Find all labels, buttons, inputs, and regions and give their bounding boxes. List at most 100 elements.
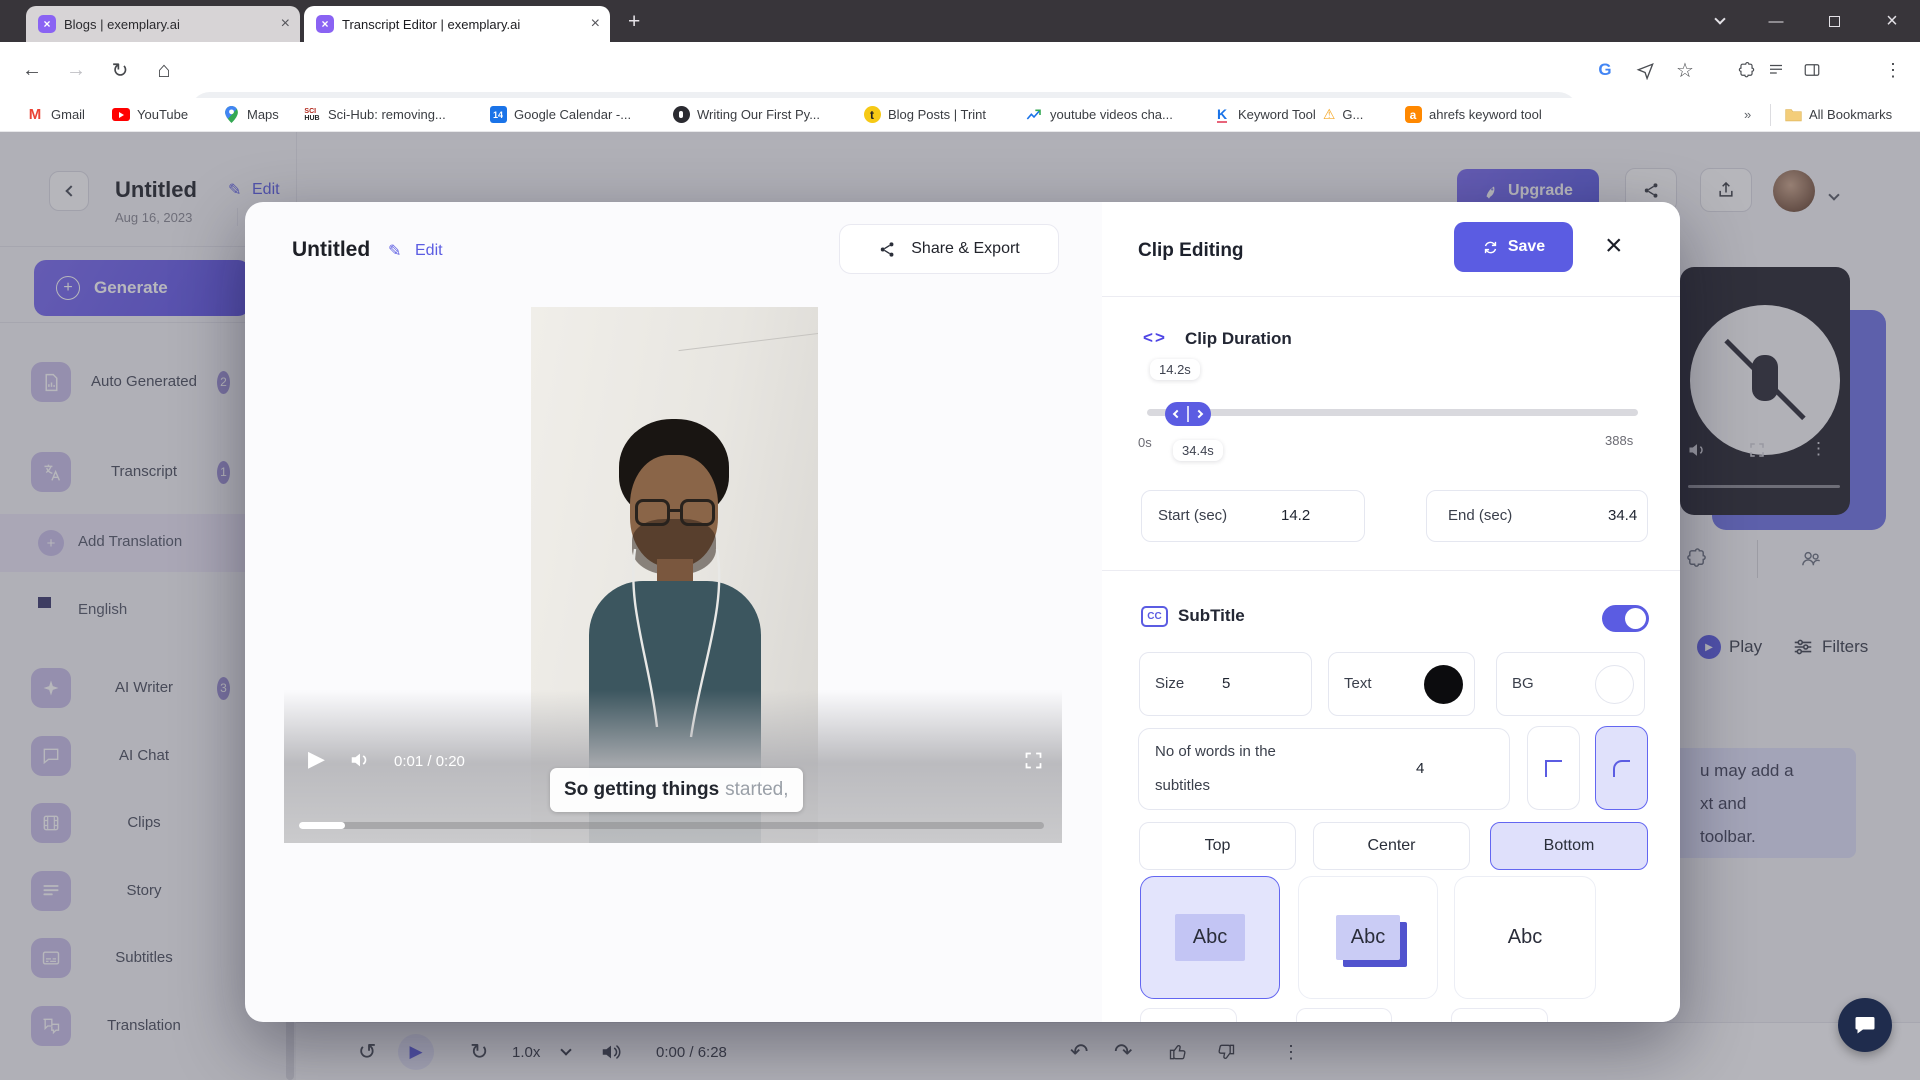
start-sec-field[interactable]: Start (sec) 14.2	[1141, 490, 1365, 542]
position-bottom-button[interactable]: Bottom	[1490, 822, 1648, 870]
subtitle-text-color-field[interactable]: Text	[1328, 652, 1475, 716]
bookmark-youtube[interactable]: YouTube	[112, 98, 188, 131]
corner-sharp-button[interactable]	[1527, 726, 1580, 810]
divider	[1102, 570, 1680, 571]
subtitle-style-more[interactable]	[1296, 1008, 1392, 1022]
bookmark-maps[interactable]: Maps	[222, 98, 279, 131]
extensions-puzzle-icon[interactable]	[1732, 42, 1760, 98]
side-panel-icon[interactable]	[1798, 42, 1826, 98]
divider	[1102, 296, 1680, 297]
slider-handle-label: 34.4s	[1173, 440, 1223, 461]
start-sec-value: 14.2	[1281, 507, 1310, 524]
slider-max-label: 388s	[1605, 433, 1633, 448]
clip-title: Untitled	[292, 238, 370, 262]
corner-rounded-button[interactable]	[1595, 726, 1648, 810]
tab-transcript-editor[interactable]: × Transcript Editor | exemplary.ai ×	[304, 6, 610, 42]
tab-close-icon[interactable]: ×	[281, 16, 290, 32]
exemplary-favicon-icon: ×	[38, 15, 56, 33]
subtitle-heading: SubTitle	[1178, 606, 1245, 626]
divider	[1770, 104, 1771, 126]
subtitle-toggle[interactable]	[1602, 605, 1649, 632]
folder-icon	[1784, 106, 1802, 124]
panel-title: Clip Editing	[1138, 240, 1244, 262]
duration-slider-track[interactable]	[1147, 409, 1638, 416]
chart-arrow-icon	[1025, 106, 1043, 124]
words-per-subtitle-field[interactable]: No of words in the subtitles 4	[1138, 728, 1510, 810]
bookmark-ahrefs[interactable]: a ahrefs keyword tool	[1404, 98, 1542, 131]
duration-current-bubble: 14.2s	[1150, 359, 1200, 380]
bookmark-writing[interactable]: Writing Our First Py...	[672, 98, 820, 131]
clip-edit-link[interactable]: Edit	[415, 242, 443, 260]
clip-duration-heading: Clip Duration	[1185, 329, 1292, 349]
position-top-button[interactable]: Top	[1139, 822, 1296, 870]
subtitle-style-more[interactable]	[1451, 1008, 1548, 1022]
browser-window: × Blogs | exemplary.ai × × Transcript Ed…	[0, 0, 1920, 1080]
reading-list-icon[interactable]	[1762, 42, 1790, 98]
modal-close-icon[interactable]: ×	[1605, 229, 1623, 263]
maps-pin-icon	[222, 106, 240, 124]
home-button[interactable]: ⌂	[148, 42, 180, 98]
duration-slider-handles[interactable]	[1165, 402, 1211, 426]
bookmark-trint[interactable]: t Blog Posts | Trint	[863, 98, 986, 131]
forward-button[interactable]: →	[60, 42, 92, 98]
video-play-icon[interactable]: ▶	[308, 746, 325, 772]
browser-toolbar: ← → ↻ ⌂ exemplary.ai/app/transcript/edit…	[0, 42, 1920, 98]
tab-title: Blogs | exemplary.ai	[64, 17, 273, 32]
subtitle-style-shadow[interactable]: Abc	[1298, 876, 1438, 999]
trint-icon: t	[863, 106, 881, 124]
all-bookmarks[interactable]: All Bookmarks	[1784, 98, 1892, 131]
ahrefs-icon: a	[1404, 106, 1422, 124]
share-export-button[interactable]: Share & Export	[839, 224, 1059, 274]
video-volume-icon[interactable]	[349, 749, 371, 776]
bookmark-star-icon[interactable]: ☆	[1670, 42, 1700, 98]
microphone-icon	[672, 106, 690, 124]
keyword-tool-icon: K	[1213, 106, 1231, 124]
reload-button[interactable]: ↻	[104, 42, 136, 98]
bookmark-keyword-tool[interactable]: K Keyword Tool ⚠ G...	[1213, 98, 1363, 131]
subtitle-style-more[interactable]	[1140, 1008, 1237, 1022]
subtitle-style-plain[interactable]: Abc	[1454, 876, 1596, 999]
subtitle-size-field[interactable]: Size 5	[1139, 652, 1312, 716]
share-page-icon[interactable]	[1630, 42, 1660, 98]
gmail-icon: M	[26, 106, 44, 124]
window-maximize-button[interactable]	[1814, 0, 1854, 42]
google-g-icon[interactable]: G	[1590, 42, 1620, 98]
window-close-button[interactable]: ×	[1872, 0, 1912, 42]
subtitle-style-box[interactable]: Abc	[1140, 876, 1280, 999]
subtitle-bg-color-field[interactable]: BG	[1496, 652, 1645, 716]
scihub-icon: SCIHUB	[303, 106, 321, 124]
chat-launcher-button[interactable]	[1838, 998, 1892, 1052]
code-icon: <>	[1143, 328, 1167, 348]
bookmarks-bar: M Gmail YouTube Maps SCIHUB Sci-Hub: rem…	[0, 98, 1920, 132]
bookmark-scihub[interactable]: SCIHUB Sci-Hub: removing...	[303, 98, 446, 131]
tab-blogs[interactable]: × Blogs | exemplary.ai ×	[26, 6, 300, 42]
cc-icon: CC	[1141, 606, 1168, 627]
tab-close-icon[interactable]: ×	[591, 16, 600, 32]
words-value: 4	[1416, 760, 1424, 777]
video-fullscreen-icon[interactable]	[1023, 750, 1044, 776]
subtitle-caption: So getting thingsstarted,	[550, 768, 803, 812]
tab-title: Transcript Editor | exemplary.ai	[342, 17, 583, 32]
browser-menu-kebab-icon[interactable]: ⋮	[1880, 42, 1906, 98]
bookmark-ytvideos[interactable]: youtube videos cha...	[1025, 98, 1173, 131]
back-button[interactable]: ←	[16, 42, 48, 98]
clip-editing-modal: Untitled ✎ Edit Share & Export	[245, 202, 1680, 1022]
end-sec-field[interactable]: End (sec) 34.4	[1426, 490, 1648, 542]
bg-color-swatch[interactable]	[1595, 665, 1634, 704]
position-center-button[interactable]: Center	[1313, 822, 1470, 870]
text-color-swatch[interactable]	[1424, 665, 1463, 704]
new-tab-button[interactable]: +	[628, 10, 640, 34]
share-nodes-icon	[878, 240, 897, 259]
video-progress-bar[interactable]	[299, 822, 1044, 829]
app-page: Untitled ✎ Edit Aug 16, 2023 Upgrade +	[0, 132, 1920, 1080]
bookmark-gcal[interactable]: 14 Google Calendar -...	[489, 98, 631, 131]
bookmarks-overflow-chevron[interactable]: »	[1744, 98, 1751, 131]
save-button[interactable]: Save	[1454, 222, 1573, 272]
end-sec-value: 34.4	[1608, 507, 1637, 524]
tab-search-chevron-icon[interactable]	[1700, 0, 1740, 42]
window-minimize-button[interactable]: —	[1756, 0, 1796, 42]
bookmark-gmail[interactable]: M Gmail	[26, 98, 85, 131]
sync-icon	[1482, 239, 1499, 256]
video-time: 0:01 / 0:20	[394, 753, 465, 770]
chat-icon	[1853, 1013, 1877, 1037]
